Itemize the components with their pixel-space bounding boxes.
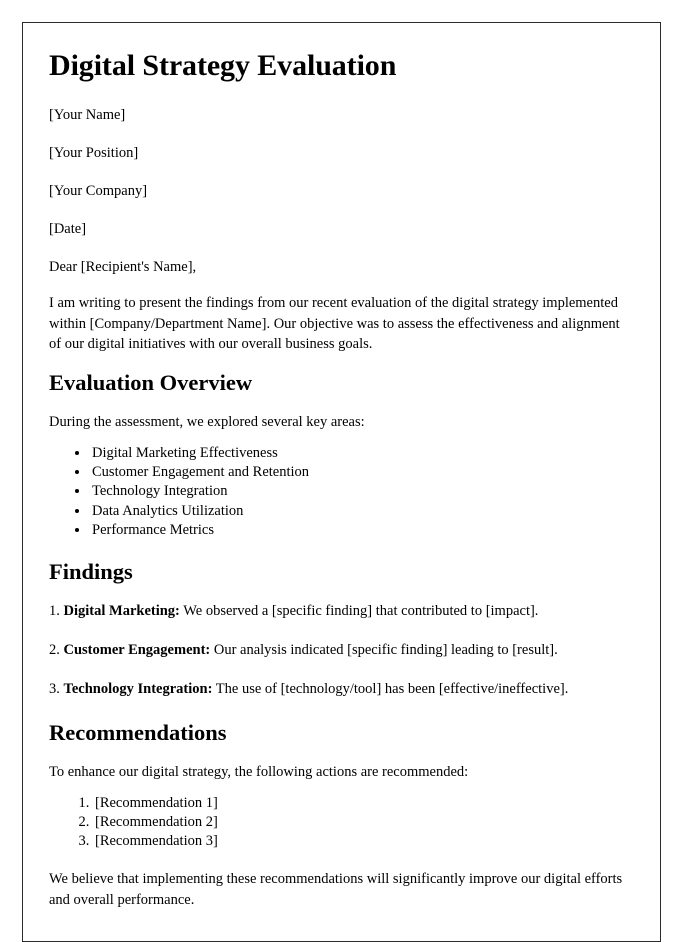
section-heading-recommendations: Recommendations	[49, 719, 227, 745]
finding-text: We observed a [specific finding] that co…	[183, 602, 539, 619]
list-item: Customer Engagement and Retention	[90, 463, 634, 482]
list-item: [Recommendation 2]	[93, 813, 634, 832]
finding-text: Our analysis indicated [specific finding…	[213, 642, 558, 659]
finding-number: 3.	[49, 681, 60, 698]
page-title: Digital Strategy Evaluation	[49, 49, 397, 82]
evaluation-overview-lead: During the assessment, we explored sever…	[49, 413, 365, 430]
finding-item-1: 1. Digital Marketing: We observed a [spe…	[49, 601, 634, 621]
section-heading-evaluation-overview: Evaluation Overview	[49, 369, 253, 395]
header-field-date: [Date]	[49, 220, 87, 237]
closing-paragraph: We believe that implementing these recom…	[49, 871, 623, 908]
finding-label: Digital Marketing:	[63, 602, 180, 619]
finding-item-2: 2. Customer Engagement: Our analysis ind…	[49, 640, 634, 660]
finding-label: Technology Integration:	[63, 681, 213, 698]
section-heading-findings: Findings	[49, 558, 133, 584]
finding-text: The use of [technology/tool] has been [e…	[215, 681, 569, 698]
header-field-your-name: [Your Name]	[49, 106, 126, 123]
list-item: Digital Marketing Effectiveness	[90, 444, 634, 463]
evaluation-overview-list: Digital Marketing Effectiveness Customer…	[49, 444, 634, 540]
finding-number: 1.	[49, 602, 60, 619]
recommendations-lead: To enhance our digital strategy, the fol…	[49, 763, 469, 780]
list-item: Data Analytics Utilization	[90, 502, 634, 521]
document-page: Digital Strategy Evaluation [Your Name] …	[22, 22, 661, 942]
finding-item-3: 3. Technology Integration: The use of [t…	[49, 679, 634, 699]
list-item: Technology Integration	[90, 482, 634, 501]
header-field-your-position: [Your Position]	[49, 144, 139, 161]
document-body: Digital Strategy Evaluation [Your Name] …	[23, 23, 660, 911]
salutation: Dear [Recipient's Name],	[49, 259, 197, 275]
finding-label: Customer Engagement:	[63, 642, 211, 659]
list-item: Performance Metrics	[90, 521, 634, 540]
recommendations-list: [Recommendation 1] [Recommendation 2] [R…	[49, 794, 634, 851]
intro-paragraph: I am writing to present the findings fro…	[49, 295, 620, 353]
list-item: [Recommendation 1]	[93, 794, 634, 813]
finding-number: 2.	[49, 642, 60, 659]
header-field-your-company: [Your Company]	[49, 182, 148, 199]
list-item: [Recommendation 3]	[93, 832, 634, 851]
